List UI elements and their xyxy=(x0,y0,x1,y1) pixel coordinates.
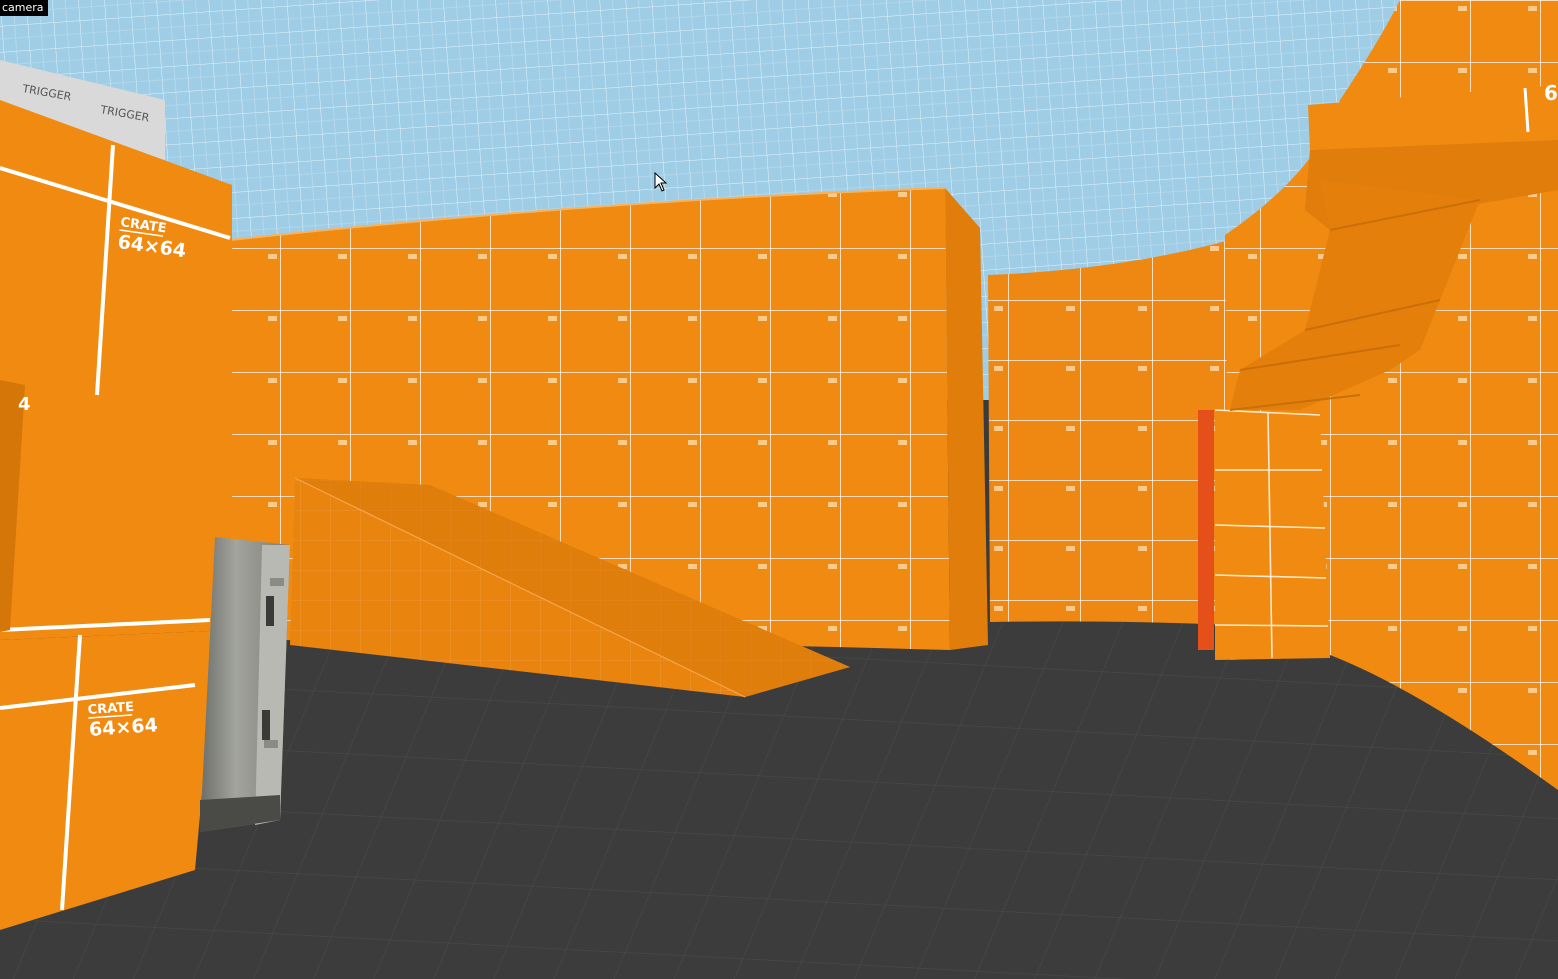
curved-wall-right xyxy=(988,240,1230,625)
red-door-strip xyxy=(1198,410,1214,650)
metal-door-prop xyxy=(200,537,290,832)
partial-texture-label-left: 4 xyxy=(18,394,31,415)
partial-texture-label-right: 6 xyxy=(1544,81,1558,105)
crate-foreground xyxy=(0,100,232,640)
viewport-render[interactable]: 6 TRIGGER TRIGGER 4 CRATE 64×64 CRATE 64… xyxy=(0,0,1558,979)
pillar xyxy=(1215,410,1330,660)
mouse-cursor-icon xyxy=(654,172,668,192)
3d-camera-viewport[interactable]: 6 TRIGGER TRIGGER 4 CRATE 64×64 CRATE 64… xyxy=(0,0,1558,979)
viewport-label: camera xyxy=(0,0,48,16)
